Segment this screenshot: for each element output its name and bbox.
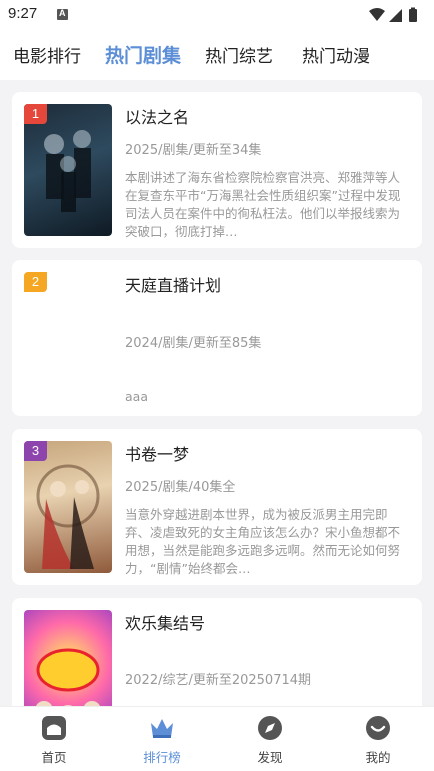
nav-label: 我的 xyxy=(365,750,391,765)
nav-discover[interactable]: 发现 xyxy=(216,707,324,771)
item-title: 以法之名 xyxy=(125,108,190,127)
item-meta: 2025/剧集/40集全 xyxy=(125,480,236,495)
home-icon xyxy=(42,716,66,740)
profile-icon xyxy=(366,716,390,740)
signal-icon xyxy=(389,9,402,22)
bottom-navigation: 首页 排行榜 发现 我的 xyxy=(0,706,434,771)
nav-label: 首页 xyxy=(41,750,67,765)
nav-profile[interactable]: 我的 xyxy=(324,707,432,771)
category-tabs: 电影排行 热门剧集 热门综艺 热门动漫 xyxy=(0,30,434,80)
item-title: 书卷一梦 xyxy=(125,445,190,464)
nav-home[interactable]: 首页 xyxy=(0,707,108,771)
ranking-list[interactable]: 1 以法之名 2025/剧集/更新至34集 本剧讲述了海东省检察院检察官洪亮、郑… xyxy=(0,80,434,706)
rank-badge: 1 xyxy=(24,104,47,124)
system-status-icons xyxy=(369,7,417,22)
list-item[interactable]: 3 书卷一梦 2025/剧集/40集全 当意外穿越进剧本世界，成为被反派男主用完… xyxy=(12,429,422,585)
status-bar: 9:27 xyxy=(0,0,434,30)
rank-badge: 3 xyxy=(24,441,47,461)
list-item[interactable]: 欢乐集结号 2022/综艺/更新至20250714期 xyxy=(12,598,422,706)
nav-label: 发现 xyxy=(257,750,283,765)
battery-icon xyxy=(409,9,417,22)
tab-movie-ranking[interactable]: 电影排行 xyxy=(13,42,81,67)
item-meta: 2025/剧集/更新至34集 xyxy=(125,143,262,158)
poster-image[interactable] xyxy=(24,610,112,706)
rank-badge: 2 xyxy=(24,272,47,292)
status-time: 9:27 xyxy=(8,5,38,22)
item-title: 天庭直播计划 xyxy=(125,276,222,295)
item-meta: 2022/综艺/更新至20250714期 xyxy=(125,673,312,688)
nav-ranking[interactable]: 排行榜 xyxy=(108,707,216,771)
wifi-icon xyxy=(369,8,385,21)
list-item[interactable]: 2 天庭直播计划 2024/剧集/更新至85集 aaa xyxy=(12,260,422,416)
tab-hot-series[interactable]: 热门剧集 xyxy=(105,41,181,68)
item-description: 本剧讲述了海东省检察院检察官洪亮、郑雅萍等人在复查东平市“万海黑社会性质组织案”… xyxy=(125,170,401,239)
nav-label: 排行榜 xyxy=(143,750,181,765)
crown-icon xyxy=(151,719,173,738)
item-meta: 2024/剧集/更新至85集 xyxy=(125,336,262,351)
tab-hot-variety[interactable]: 热门综艺 xyxy=(205,42,273,67)
tab-hot-anime[interactable]: 热门动漫 xyxy=(302,42,370,67)
notification-a-icon xyxy=(57,8,68,20)
item-description: 当意外穿越进剧本世界，成为被反派男主用完即弃、凌虐致死的女主角应该怎么办？宋小鱼… xyxy=(125,507,401,576)
discover-icon xyxy=(258,716,282,740)
list-item[interactable]: 1 以法之名 2025/剧集/更新至34集 本剧讲述了海东省检察院检察官洪亮、郑… xyxy=(12,92,422,248)
item-title: 欢乐集结号 xyxy=(125,614,206,633)
